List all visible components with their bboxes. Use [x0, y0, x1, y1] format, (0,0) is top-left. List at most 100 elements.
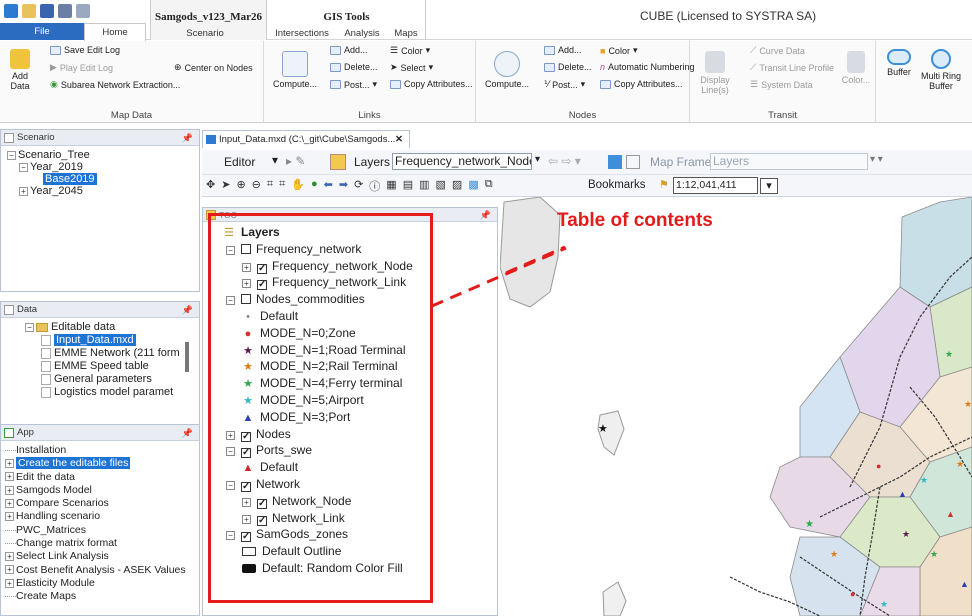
pin-icon[interactable]: 📌 — [480, 208, 491, 222]
map-frame-select[interactable]: Layers — [710, 153, 868, 170]
collapse-icon[interactable]: − — [19, 162, 28, 172]
chart-icon[interactable]: ▩ — [468, 178, 478, 194]
chevron-down-icon[interactable]: ▾ ▾ — [870, 154, 883, 165]
nodes-color-button[interactable]: ■ Color ▾ — [600, 45, 637, 56]
nodes-compute-button[interactable]: Compute... — [482, 51, 532, 89]
data-item[interactable]: Input_Data.mxd — [25, 334, 199, 347]
collapse-icon[interactable]: − — [25, 322, 34, 332]
expand-icon[interactable]: + — [5, 578, 14, 588]
table-icon[interactable]: ▨ — [452, 178, 462, 194]
app-tree-item[interactable]: + Cost Benefit Analysis - ASEK Values — [5, 564, 199, 577]
scale-dropdown-icon[interactable]: ▾ — [760, 178, 778, 194]
sketch-icon[interactable] — [330, 154, 346, 170]
tab-intersections[interactable]: Intersections — [270, 27, 334, 40]
app-tree-item[interactable]: Installation — [5, 444, 199, 457]
app-tree-item[interactable]: + Elasticity Module — [5, 577, 199, 590]
identify-icon[interactable]: ⓘ — [369, 178, 380, 194]
tree-node-year2045[interactable]: + Year_2045 — [7, 185, 199, 197]
app-tree-item[interactable]: Create Maps — [5, 590, 199, 603]
links-delete-button[interactable]: Delete... — [330, 62, 378, 72]
layer-properties-icon[interactable] — [626, 155, 640, 169]
links-post-button[interactable]: Post... ▾ — [330, 79, 377, 90]
app-tree-item[interactable]: + Samgods Model — [5, 484, 199, 497]
data-item[interactable]: General parameters — [25, 373, 199, 386]
pin-icon[interactable]: 📌 — [182, 425, 193, 441]
layer-table-icon[interactable] — [608, 155, 622, 169]
system-data-button[interactable]: ☰ System Data — [750, 79, 813, 90]
app-tree-item[interactable]: Change matrix format — [5, 537, 199, 550]
data-item[interactable]: EMME Network (211 form — [25, 347, 199, 360]
settings-icon[interactable] — [58, 4, 72, 18]
app-tree-item[interactable]: + Compare Scenarios — [5, 497, 199, 510]
nav-arrows-icon[interactable]: ⇦ ⇨ ▾ — [548, 154, 581, 168]
pan-icon[interactable]: ✋ — [291, 178, 305, 194]
tab-home[interactable]: Home — [84, 23, 146, 41]
expand-icon[interactable]: + — [5, 552, 14, 562]
tab-analysis[interactable]: Analysis — [340, 27, 384, 40]
add-pin-icon[interactable]: ✥ — [206, 178, 215, 194]
fixed-zoom-in-icon[interactable]: ⌗ — [267, 178, 273, 194]
links-copy-attributes-button[interactable]: Copy Attributes... — [390, 79, 473, 89]
dropdown-icon[interactable] — [76, 4, 90, 18]
layers-select[interactable]: Frequency_network_Node — [392, 153, 532, 170]
tree-node-base2019[interactable]: Base2019 — [7, 173, 199, 185]
select-arrow-icon[interactable]: ➤ — [221, 178, 230, 194]
tab-file[interactable]: File — [0, 23, 84, 40]
expand-icon[interactable]: + — [5, 472, 14, 482]
transit-color-button[interactable]: Color... — [840, 51, 872, 85]
nodes-delete-button[interactable]: Delete... — [544, 62, 592, 72]
close-icon[interactable]: ✕ — [395, 131, 403, 148]
nodes-add-button[interactable]: Add... — [544, 45, 582, 55]
expand-icon[interactable]: + — [5, 459, 14, 469]
data-item[interactable]: Logistics model paramet — [25, 386, 199, 399]
add-data-button[interactable]: Add Data — [6, 49, 34, 91]
data-folder[interactable]: − Editable data — [25, 321, 199, 334]
document-tab[interactable]: Input_Data.mxd (C:\_git\Cube\Samgods... … — [202, 130, 410, 148]
transit-line-profile-button[interactable]: ⟋ Transit Line Profile — [750, 62, 834, 73]
binoculars-icon[interactable]: ⧉ — [485, 178, 493, 194]
zoom-out-icon[interactable]: ⊖ — [252, 178, 261, 194]
chevron-down-icon[interactable]: ▾ — [272, 153, 278, 167]
curve-data-button[interactable]: ⟋ Curve Data — [750, 45, 805, 56]
full-extent-icon[interactable]: ● — [311, 178, 318, 194]
buffer-button[interactable]: Buffer — [884, 49, 914, 77]
links-add-button[interactable]: Add... — [330, 45, 368, 55]
multi-ring-buffer-button[interactable]: Multi Ring Buffer — [918, 49, 964, 91]
forward-extent-icon[interactable]: ➡ — [339, 178, 348, 194]
expand-icon[interactable]: + — [5, 498, 14, 508]
chevron-down-icon[interactable]: ▾ — [535, 154, 540, 165]
refresh-icon[interactable]: ⟳ — [354, 178, 363, 194]
map-canvas[interactable]: ★ ★ ★ ● ▲ ★ ▲ ★ ★ ★ ▲ ● ★ ★ ★ — [500, 197, 972, 616]
nodes-post-button[interactable]: ⅟ Post... ▾ — [544, 79, 585, 90]
app-tree-item[interactable]: + Handling scenario — [5, 510, 199, 523]
links-select-button[interactable]: ➤ Select ▾ — [390, 62, 433, 73]
links-compute-button[interactable]: Compute... — [270, 51, 320, 89]
nodes-copy-attributes-button[interactable]: Copy Attributes... — [600, 79, 683, 89]
data-item[interactable]: EMME Speed table — [25, 360, 199, 373]
find-icon[interactable]: ▦ — [386, 178, 396, 194]
expand-icon[interactable]: + — [5, 512, 14, 522]
tree-node-year2019[interactable]: − Year_2019 — [7, 161, 199, 173]
app-tree-item[interactable]: + Edit the data — [5, 471, 199, 484]
collapse-icon[interactable]: − — [7, 150, 16, 160]
editor-menu[interactable]: Editor — [224, 155, 255, 169]
data-scrollbar[interactable] — [185, 342, 189, 372]
save-icon[interactable] — [40, 4, 54, 18]
flag-icon[interactable]: ⚑ — [659, 178, 669, 191]
automatic-numbering-button[interactable]: n Automatic Numbering — [600, 62, 695, 72]
links-color-button[interactable]: ☰ Color ▾ — [390, 45, 430, 56]
layout-icon[interactable]: ▥ — [419, 178, 429, 194]
expand-icon[interactable]: + — [19, 186, 28, 196]
zoom-in-icon[interactable]: ⊕ — [236, 178, 245, 194]
back-extent-icon[interactable]: ⬅ — [324, 178, 333, 194]
tab-scenario[interactable]: Scenario — [175, 27, 235, 40]
center-on-nodes-button[interactable]: ⊕ Center on Nodes — [174, 62, 253, 73]
open-folder-icon[interactable] — [22, 4, 36, 18]
scale-input[interactable]: 1:12,041,411 — [673, 177, 758, 194]
fixed-zoom-out-icon[interactable]: ⌗ — [279, 178, 285, 194]
tree-node-root[interactable]: − Scenario_Tree — [7, 149, 199, 161]
pin-icon[interactable]: 📌 — [182, 130, 193, 146]
tab-maps[interactable]: Maps — [390, 27, 422, 40]
app-tree-item[interactable]: + Select Link Analysis — [5, 550, 199, 563]
subarea-extraction-button[interactable]: ◉ Subarea Network Extraction... — [50, 79, 180, 90]
